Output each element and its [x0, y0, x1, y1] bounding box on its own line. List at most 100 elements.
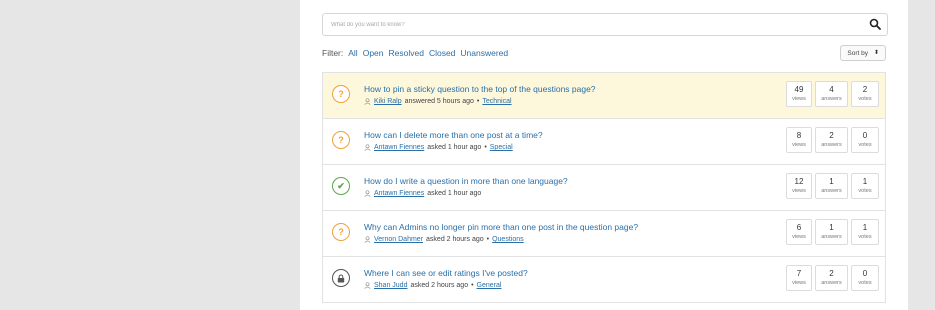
question-mark-icon: ?: [332, 223, 350, 241]
answers-label: answers: [821, 280, 842, 286]
meta-separator: •: [486, 236, 490, 243]
views-count: 12 views: [786, 173, 812, 199]
question-meta: Vernon Dahmer asked 2 hours ago • Questi…: [364, 236, 524, 243]
question-mark-icon: ?: [332, 85, 350, 103]
votes-number: 1: [862, 223, 868, 232]
question-row[interactable]: ? Why can Admins no longer pin more than…: [322, 211, 886, 257]
views-count: 8 views: [786, 127, 812, 153]
question-stats: 7 views 2 answers 0 votes: [786, 265, 879, 291]
question-row[interactable]: Where I can see or edit ratings I've pos…: [322, 257, 886, 303]
question-stats: 6 views 1 answers 1 votes: [786, 219, 879, 245]
question-title-link[interactable]: How do I write a question in more than o…: [364, 176, 568, 186]
answers-count: 1 answers: [815, 173, 848, 199]
meta-separator: •: [476, 98, 480, 105]
answers-count: 1 answers: [815, 219, 848, 245]
views-count: 6 views: [786, 219, 812, 245]
question-row[interactable]: ? How can I delete more than one post at…: [322, 119, 886, 165]
category-link[interactable]: Questions: [492, 236, 524, 243]
activity-text: answered 5 hours ago: [404, 98, 474, 105]
filter-open[interactable]: Open: [363, 48, 384, 58]
views-label: views: [792, 188, 806, 194]
user-link[interactable]: Antawn Fiennes: [374, 190, 424, 197]
votes-label: votes: [858, 142, 872, 148]
category-link[interactable]: General: [477, 282, 502, 289]
answers-number: 1: [829, 223, 834, 232]
views-count: 7 views: [786, 265, 812, 291]
views-label: views: [792, 280, 806, 286]
user-link[interactable]: Shan Judd: [374, 282, 407, 289]
question-row[interactable]: ? How to pin a sticky question to the to…: [322, 73, 886, 119]
activity-text: asked 1 hour ago: [427, 190, 482, 197]
votes-label: votes: [858, 188, 872, 194]
votes-count: 1 votes: [851, 219, 879, 245]
answers-label: answers: [821, 142, 842, 148]
votes-label: votes: [858, 280, 872, 286]
filter-resolved[interactable]: Resolved: [389, 48, 424, 58]
lock-icon: [332, 269, 350, 287]
answers-count: 2 answers: [815, 265, 848, 291]
activity-text: asked 2 hours ago: [426, 236, 484, 243]
votes-number: 0: [862, 269, 868, 278]
resolved-check-icon: ✔: [332, 177, 350, 195]
votes-count: 0 votes: [851, 265, 879, 291]
sort-label: Sort by: [847, 49, 868, 57]
question-stats: 12 views 1 answers 1 votes: [786, 173, 879, 199]
views-number: 7: [796, 269, 802, 278]
filter-closed[interactable]: Closed: [429, 48, 455, 58]
user-icon: [364, 282, 371, 289]
answers-number: 1: [829, 177, 834, 186]
answers-label: answers: [821, 188, 842, 194]
category-link[interactable]: Special: [490, 144, 513, 151]
filter-all[interactable]: All: [348, 48, 357, 58]
votes-label: votes: [858, 234, 872, 240]
sort-arrows-icon: ⬍: [873, 50, 879, 56]
user-link[interactable]: Kiki Ralp: [374, 98, 402, 105]
question-title-link[interactable]: How to pin a sticky question to the top …: [364, 84, 596, 94]
views-label: views: [792, 142, 806, 148]
user-icon: [364, 236, 371, 243]
activity-text: asked 1 hour ago: [427, 144, 482, 151]
questions-panel: Filter: All Open Resolved Closed Unanswe…: [300, 0, 908, 310]
question-meta: Antawn Fiennes asked 1 hour ago: [364, 190, 487, 197]
search-bar: [322, 13, 888, 36]
filter-unanswered[interactable]: Unanswered: [460, 48, 508, 58]
question-title-link[interactable]: Why can Admins no longer pin more than o…: [364, 222, 638, 232]
views-number: 8: [796, 131, 802, 140]
question-list: ? How to pin a sticky question to the to…: [322, 72, 886, 303]
views-label: views: [792, 96, 806, 102]
meta-separator: •: [484, 144, 487, 151]
question-meta: Shan Judd asked 2 hours ago • General: [364, 282, 501, 289]
activity-text: asked 2 hours ago: [410, 282, 469, 289]
views-label: views: [792, 234, 806, 240]
question-meta: Kiki Ralp answered 5 hours ago • Technic…: [364, 98, 512, 105]
votes-label: votes: [858, 96, 872, 102]
answers-count: 4 answers: [815, 81, 848, 107]
views-number: 12: [794, 177, 804, 186]
question-row[interactable]: ✔ How do I write a question in more than…: [322, 165, 886, 211]
votes-count: 2 votes: [851, 81, 879, 107]
search-input[interactable]: [323, 14, 861, 35]
question-stats: 8 views 2 answers 0 votes: [786, 127, 879, 153]
user-icon: [364, 144, 371, 151]
votes-number: 2: [862, 85, 868, 94]
category-link[interactable]: Technical: [482, 98, 511, 105]
question-title-link[interactable]: How can I delete more than one post at a…: [364, 130, 543, 140]
votes-number: 0: [862, 131, 868, 140]
question-stats: 49 views 4 answers 2 votes: [786, 81, 879, 107]
answers-number: 2: [829, 131, 834, 140]
answers-count: 2 answers: [815, 127, 848, 153]
filter-bar: Filter: All Open Resolved Closed Unanswe…: [322, 48, 508, 58]
answers-label: answers: [821, 234, 842, 240]
question-meta: Antawn Fiennes asked 1 hour ago • Specia…: [364, 144, 513, 151]
user-icon: [364, 98, 371, 105]
answers-number: 2: [829, 269, 834, 278]
sort-dropdown[interactable]: Sort by ⬍: [840, 45, 886, 61]
question-title-link[interactable]: Where I can see or edit ratings I've pos…: [364, 268, 528, 278]
views-number: 6: [796, 223, 802, 232]
answers-label: answers: [821, 96, 842, 102]
question-mark-icon: ?: [332, 131, 350, 149]
views-number: 49: [794, 85, 804, 94]
user-link[interactable]: Vernon Dahmer: [374, 236, 423, 243]
user-link[interactable]: Antawn Fiennes: [374, 144, 424, 151]
search-icon[interactable]: [869, 18, 881, 30]
